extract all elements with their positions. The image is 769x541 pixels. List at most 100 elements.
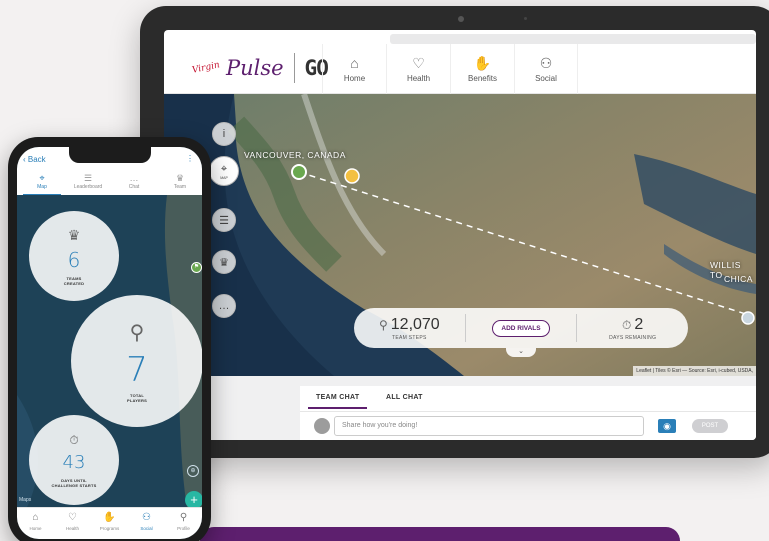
- tab-map[interactable]: ⌖ Map: [19, 173, 65, 196]
- days-until-start-value: 43: [62, 451, 86, 473]
- team-button[interactable]: ♛: [212, 250, 236, 274]
- location-icon: ⌖: [220, 162, 228, 175]
- chat-button[interactable]: …: [212, 294, 236, 318]
- phone-device: ‹ Back ⋮ ⌖ Map ☰ Leaderboard … Chat ♛ Te…: [8, 137, 211, 541]
- chat-icon: …: [218, 300, 230, 312]
- tab-team-label: Team: [173, 184, 187, 190]
- nav-benefits[interactable]: ✋ Benefits: [450, 44, 514, 94]
- post-button[interactable]: POST: [692, 419, 728, 433]
- top-navigation: Virgin Pulse GO ⌂ Home ♡ Health ✋ Benefi…: [164, 44, 756, 94]
- stopwatch-icon: ⏱: [69, 432, 79, 447]
- tablet-screen: Virgin Pulse GO ⌂ Home ♡ Health ✋ Benefi…: [164, 30, 756, 440]
- add-rivals-button[interactable]: ADD RIVALS: [492, 319, 550, 337]
- more-icon[interactable]: ⋮: [186, 154, 194, 163]
- footer-health-label: Health: [65, 526, 79, 531]
- brand-logo[interactable]: Virgin Pulse GO: [191, 50, 329, 86]
- nav-health[interactable]: ♡ Health: [386, 44, 450, 94]
- tab-leaderboard-label: Leaderboard: [73, 184, 103, 190]
- destination-marker: [741, 311, 755, 325]
- nav-benefits-label: Benefits: [468, 74, 497, 83]
- total-players-bubble: ⚲ 7 TOTAL PLAYERS: [71, 295, 202, 427]
- nav-health-label: Health: [406, 74, 431, 83]
- footer-profile-label: Profile: [177, 526, 190, 531]
- back-label: Back: [27, 155, 46, 164]
- challenge-stats-bar: ⚲ 12,070 TEAM STEPS ADD RIVALS ⏱ 2 DAYS RE…: [354, 308, 688, 348]
- camera-button[interactable]: ◉: [658, 419, 676, 433]
- leaderboard-button[interactable]: ☰: [212, 208, 236, 232]
- teams-created-value: 6: [67, 247, 81, 272]
- tablet-sensor: [524, 17, 527, 20]
- add-rivals-cell: ADD RIVALS: [464, 314, 578, 342]
- map-view-button[interactable]: ⌖ MAP: [209, 156, 239, 186]
- team-steps-value: 12,070: [390, 315, 440, 333]
- destination-city-label-2: CHICA: [724, 274, 753, 284]
- maps-attribution: Maps: [19, 497, 32, 503]
- tab-chat[interactable]: … Chat: [111, 173, 157, 190]
- list-icon: ☰: [219, 214, 229, 227]
- expand-stats-button[interactable]: ⌄: [506, 348, 536, 357]
- teams-created-bubble: ♛ 6 TEAMS CREATED: [29, 211, 119, 301]
- footer-home-label: Home: [29, 526, 42, 531]
- tab-team[interactable]: ♛ Team: [157, 173, 202, 190]
- handshake-icon: ✋: [103, 512, 116, 523]
- footer-social[interactable]: ⚇ Social: [128, 512, 165, 531]
- start-flag-marker: [291, 164, 307, 180]
- browser-url-bar[interactable]: [390, 34, 756, 44]
- trophy-icon: ♛: [219, 256, 229, 269]
- team-steps-label: TEAM STEPS: [391, 334, 427, 341]
- locate-icon[interactable]: ⊕: [187, 465, 199, 477]
- days-remaining-stat: ⏱ 2 DAYS REMAINING: [577, 316, 688, 341]
- chat-section: TEAM CHAT ALL CHAT Share how you're doin…: [164, 376, 756, 440]
- brand-divider: [293, 53, 295, 83]
- tablet-camera: [458, 16, 464, 22]
- camera-icon: ◉: [663, 421, 671, 431]
- phone-screen: ‹ Back ⋮ ⌖ Map ☰ Leaderboard … Chat ♛ Te…: [17, 147, 202, 539]
- tab-leaderboard[interactable]: ☰ Leaderboard: [65, 173, 111, 190]
- footer-programs-label: Programs: [99, 526, 120, 531]
- chat-icon: …: [129, 173, 139, 183]
- chat-card: TEAM CHAT ALL CHAT Share how you're doin…: [300, 386, 756, 440]
- trophy-icon: ♛: [175, 173, 185, 183]
- home-icon: ⌂: [350, 55, 359, 71]
- footer-profile[interactable]: ⚲ Profile: [165, 512, 202, 531]
- plus-icon: +: [190, 492, 198, 507]
- nav-home[interactable]: ⌂ Home: [322, 44, 386, 94]
- team-steps-stat: ⚲ 12,070 TEAM STEPS: [354, 316, 465, 341]
- days-until-start-label: DAYS UNTIL CHALLENGE STARTS: [51, 477, 97, 488]
- footer-programs[interactable]: ✋ Programs: [91, 512, 128, 531]
- tab-team-chat[interactable]: TEAM CHAT: [307, 394, 368, 409]
- tab-chat-label: Chat: [128, 184, 140, 190]
- profile-icon: ⚲: [179, 512, 188, 523]
- phone-notch: [69, 147, 151, 163]
- chat-message-input[interactable]: Share how you're doing!: [334, 416, 644, 436]
- trophy-icon: ♛: [67, 226, 81, 243]
- person-icon: ⚲: [129, 321, 145, 344]
- list-icon: ☰: [83, 173, 93, 183]
- virgin-wordmark: Virgin: [191, 60, 221, 76]
- flag-marker-icon[interactable]: ⚑: [191, 262, 202, 273]
- nav-social[interactable]: ⚇ Social: [514, 44, 578, 94]
- footsteps-icon: ⚲: [378, 317, 388, 332]
- people-icon: ⚇: [142, 512, 151, 523]
- avatar: [314, 418, 330, 434]
- heart-icon: ♡: [412, 55, 425, 71]
- team-position-marker: [344, 168, 360, 184]
- info-button[interactable]: i: [212, 122, 236, 146]
- heart-icon: ♡: [68, 512, 77, 523]
- nav-home-label: Home: [343, 74, 366, 83]
- location-icon: ⌖: [39, 173, 45, 183]
- back-button[interactable]: ‹ Back: [23, 155, 46, 164]
- route-map[interactable]: i ⌖ MAP ☰ ♛ … VANCOUVER, CANADA WILLIS T…: [164, 94, 756, 376]
- total-players-value: 7: [126, 349, 148, 390]
- footer-home[interactable]: ⌂ Home: [17, 512, 54, 531]
- map-view-caption: MAP: [220, 175, 228, 180]
- handshake-icon: ✋: [473, 55, 492, 71]
- footer-health[interactable]: ♡ Health: [54, 512, 91, 531]
- stopwatch-icon: ⏱: [622, 317, 632, 332]
- map-attribution[interactable]: Leaflet | Tiles © Esri — Source: Esri, i…: [633, 366, 756, 376]
- tablet-device: Virgin Pulse GO ⌂ Home ♡ Health ✋ Benefi…: [140, 6, 769, 458]
- nav-social-label: Social: [535, 74, 557, 83]
- phone-footer-nav: ⌂ Home ♡ Health ✋ Programs ⚇ Social ⚲ Pr…: [17, 507, 202, 539]
- pulse-wordmark: Pulse: [225, 56, 284, 80]
- tab-all-chat[interactable]: ALL CHAT: [386, 394, 423, 401]
